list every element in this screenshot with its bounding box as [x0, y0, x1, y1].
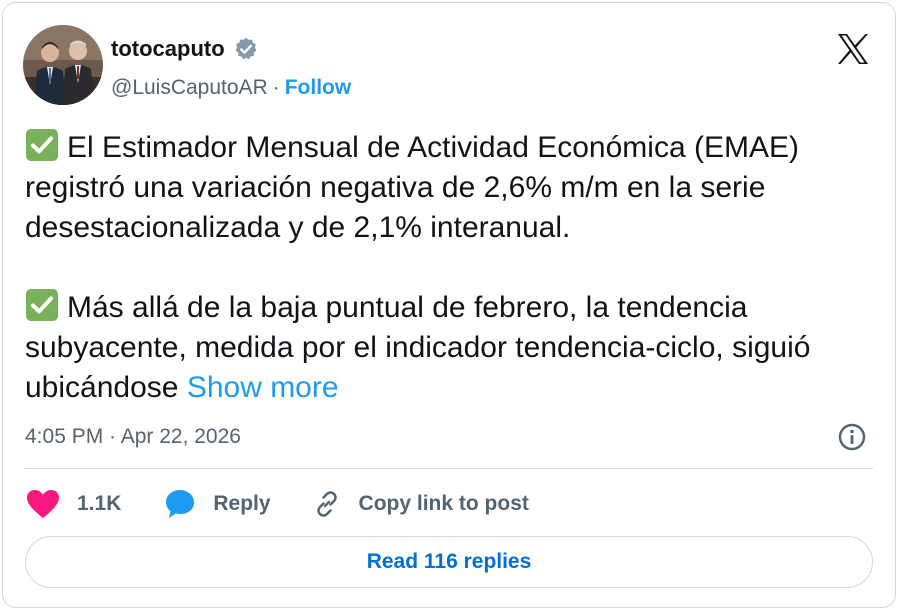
reply-label: Reply	[213, 492, 271, 515]
reply-button[interactable]: Reply	[163, 487, 271, 521]
separator-dot: ·	[272, 76, 280, 99]
info-icon[interactable]	[837, 422, 867, 452]
tweet-paragraph: El Estimador Mensual de Actividad Económ…	[25, 128, 875, 248]
verified-badge-icon	[233, 36, 259, 62]
author-display-name[interactable]: totocaputo	[111, 34, 225, 64]
like-button[interactable]: 1.1K	[25, 488, 121, 520]
link-icon	[311, 488, 343, 520]
tweet-actions: 1.1K Reply Copy link to post	[25, 485, 529, 523]
copy-link-label: Copy link to post	[358, 492, 529, 515]
author-name-row: totocaputo	[111, 34, 259, 64]
author-handle-row: @LuisCaputoAR · Follow	[111, 74, 351, 102]
author-handle[interactable]: @LuisCaputoAR	[111, 74, 268, 102]
check-mark-icon	[25, 128, 59, 162]
like-count: 1.1K	[77, 492, 122, 515]
speech-bubble-icon	[163, 487, 197, 521]
x-logo-icon[interactable]	[835, 31, 871, 67]
read-replies-label: Read 116 replies	[366, 550, 532, 573]
check-mark-icon	[25, 288, 59, 322]
avatar[interactable]	[23, 25, 103, 105]
tweet-paragraph: Más allá de la baja puntual de febrero, …	[25, 288, 875, 408]
tweet-timestamp[interactable]: 4:05 PM · Apr 22, 2026	[25, 422, 241, 452]
copy-link-button[interactable]: Copy link to post	[311, 488, 529, 520]
follow-button[interactable]: Follow	[285, 74, 352, 102]
heart-icon	[25, 488, 61, 520]
tweet-text: El Estimador Mensual de Actividad Económ…	[25, 128, 875, 408]
tweet-paragraph-2-text: Más allá de la baja puntual de febrero, …	[25, 291, 811, 404]
read-replies-button[interactable]: Read 116 replies	[25, 536, 873, 588]
divider	[25, 468, 873, 469]
tweet-embed-card: totocaputo @LuisCaputoAR · Follow El Est…	[2, 2, 896, 608]
show-more-link[interactable]: Show more	[187, 371, 339, 404]
tweet-paragraph-1-text: El Estimador Mensual de Actividad Económ…	[25, 131, 799, 244]
